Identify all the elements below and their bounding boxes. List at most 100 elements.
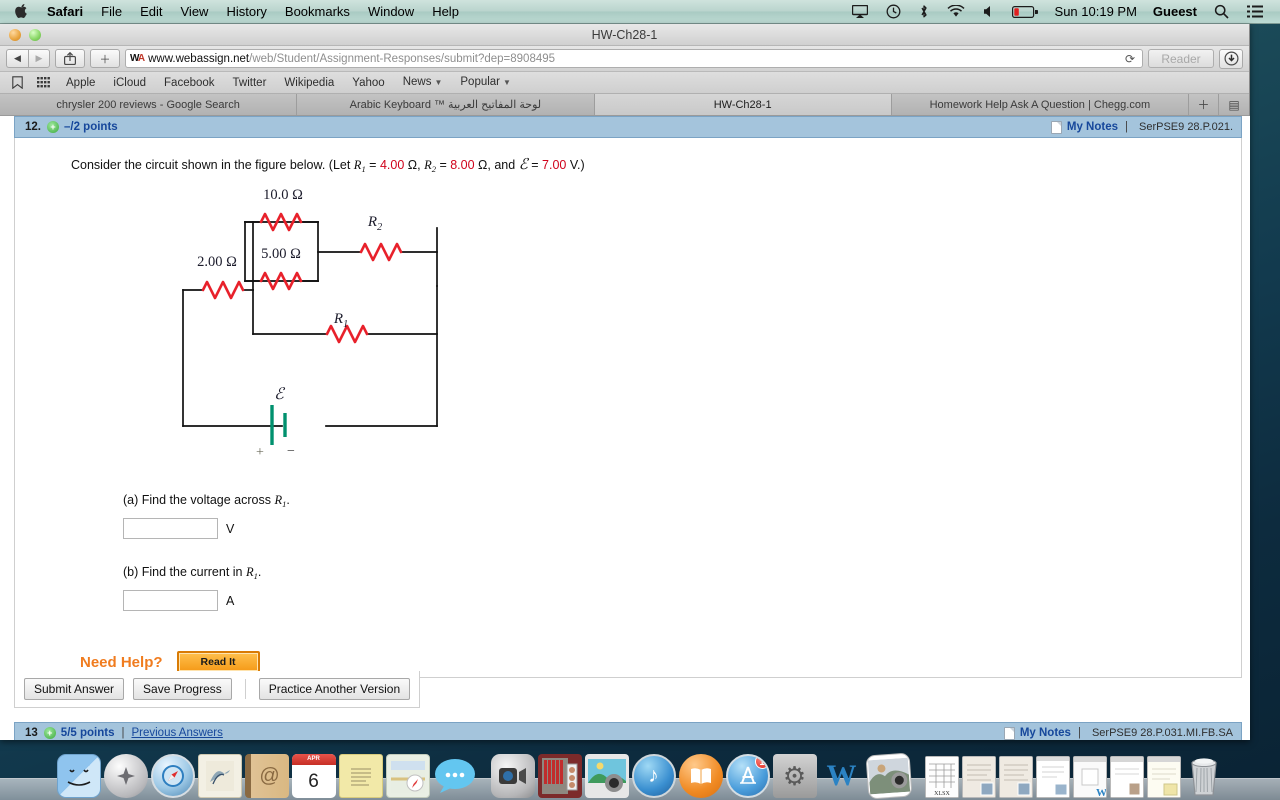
- previous-answers-link[interactable]: Previous Answers: [131, 727, 222, 739]
- appstore-badge: 1: [754, 756, 768, 769]
- part-a-input[interactable]: [123, 518, 218, 539]
- menu-item-view[interactable]: View: [172, 0, 218, 24]
- notification-center-icon[interactable]: [1238, 5, 1272, 18]
- answer-parts: (a) Find the voltage across R1. V (b) Fi…: [15, 493, 1241, 673]
- part-b-unit: A: [226, 593, 235, 608]
- tab-hw-ch28-1[interactable]: HW-Ch28-1: [594, 94, 892, 115]
- submit-answer-button[interactable]: Submit Answer: [24, 678, 125, 700]
- menu-item-edit[interactable]: Edit: [131, 0, 171, 24]
- question-13-header-right: My Notes | SerPSE9 28.P.031.MI.FB.SA: [1003, 726, 1241, 740]
- tab-arabic-keyboard[interactable]: Arabic Keyboard ™ لوحة المفاتيح العربية: [297, 94, 595, 115]
- search-icon[interactable]: [1205, 4, 1238, 19]
- system-preferences-icon[interactable]: ⚙: [772, 754, 817, 798]
- practice-another-version-button[interactable]: Practice Another Version: [258, 678, 411, 700]
- my-notes-link[interactable]: My Notes: [1020, 727, 1071, 739]
- menu-bar-user[interactable]: Gueest: [1145, 4, 1205, 19]
- reader-button[interactable]: Reader: [1148, 49, 1214, 68]
- notes-page-icon: [1003, 726, 1015, 740]
- minimized-window-2[interactable]: [998, 756, 1033, 798]
- downloads-button[interactable]: [1219, 48, 1243, 69]
- timemachine-icon[interactable]: [877, 4, 910, 19]
- menu-item-help[interactable]: Help: [423, 0, 468, 24]
- bookmark-apple[interactable]: Apple: [58, 72, 103, 94]
- part-b-answer-row: A: [15, 590, 1241, 611]
- my-notes-link[interactable]: My Notes: [1067, 121, 1118, 133]
- tab-chegg[interactable]: Homework Help Ask A Question | Chegg.com: [891, 94, 1189, 115]
- bluetooth-icon[interactable]: [910, 4, 938, 19]
- question-number: 12.: [25, 121, 41, 133]
- expand-icon[interactable]: +: [47, 121, 59, 133]
- forward-button[interactable]: ▶: [28, 49, 50, 68]
- bookmark-news-label: News: [402, 76, 432, 88]
- minimized-window-6[interactable]: [1146, 756, 1181, 798]
- part-a-unit: V: [226, 521, 235, 536]
- bookmark-twitter[interactable]: Twitter: [225, 72, 275, 94]
- bookmark-icloud[interactable]: iCloud: [105, 72, 154, 94]
- maps-icon[interactable]: [385, 754, 430, 798]
- new-tab-button[interactable]: ＋: [90, 49, 120, 68]
- mail-icon[interactable]: [197, 754, 242, 798]
- bookmark-yahoo[interactable]: Yahoo: [344, 72, 392, 94]
- excel-document-icon[interactable]: XLSX: [924, 756, 959, 798]
- minimized-window-3[interactable]: [1035, 756, 1070, 798]
- appstore-icon[interactable]: 1: [725, 754, 770, 798]
- bookmark-news[interactable]: News ▼: [395, 71, 451, 94]
- menu-item-history[interactable]: History: [217, 0, 275, 24]
- menu-bar-clock[interactable]: Sun 10:19 PM: [1047, 4, 1145, 19]
- bookmark-wikipedia[interactable]: Wikipedia: [276, 72, 342, 94]
- apple-menu-icon[interactable]: [8, 3, 38, 20]
- bookmark-facebook[interactable]: Facebook: [156, 72, 223, 94]
- notes-icon[interactable]: [338, 754, 383, 798]
- itunes-icon[interactable]: ♪: [631, 754, 676, 798]
- reload-icon[interactable]: ⟳: [1125, 52, 1138, 66]
- facetime-icon[interactable]: [490, 754, 535, 798]
- iphoto-icon[interactable]: [584, 754, 629, 798]
- label-5-ohm: 5.00 Ω: [261, 246, 301, 262]
- resistor-r2: [359, 242, 403, 262]
- photobooth-icon[interactable]: [537, 754, 582, 798]
- menu-item-file[interactable]: File: [92, 0, 131, 24]
- ohm-1: Ω: [407, 158, 418, 172]
- reading-list-icon[interactable]: [6, 76, 29, 89]
- messages-icon[interactable]: [433, 754, 477, 798]
- back-button[interactable]: ◀: [6, 49, 28, 68]
- menu-item-window[interactable]: Window: [359, 0, 423, 24]
- label-10-ohm: 10.0 Ω: [263, 187, 303, 203]
- need-help-label: Need Help?: [80, 653, 163, 671]
- bookmark-popular[interactable]: Popular ▼: [452, 71, 519, 94]
- word-icon[interactable]: W: [820, 754, 864, 798]
- page-content: 12. + –/2 points My Notes | SerPSE9 28.P…: [0, 116, 1250, 740]
- safari-icon[interactable]: [150, 754, 195, 798]
- share-button[interactable]: [55, 49, 85, 68]
- calendar-icon[interactable]: APR 6: [291, 754, 336, 798]
- save-progress-button[interactable]: Save Progress: [133, 678, 232, 700]
- launchpad-icon[interactable]: [103, 754, 148, 798]
- minimized-window-4[interactable]: W: [1072, 756, 1107, 799]
- tab-overview-icon[interactable]: ▤: [1219, 94, 1249, 115]
- part-b-input[interactable]: [123, 590, 218, 611]
- imovie-icon[interactable]: [865, 752, 912, 800]
- new-tab-plus-icon[interactable]: ＋: [1189, 94, 1219, 115]
- address-bar[interactable]: WA www.webassign.net/web/Student/Assignm…: [125, 49, 1143, 68]
- part-b-text: (b) Find the current in: [123, 565, 246, 579]
- menu-item-safari[interactable]: Safari: [38, 0, 92, 24]
- trash-icon[interactable]: [1184, 754, 1224, 798]
- minimized-window-5[interactable]: [1109, 756, 1144, 798]
- ibooks-icon[interactable]: [678, 754, 723, 798]
- question-header-right: My Notes | SerPSE9 28.P.021.: [1050, 120, 1241, 134]
- finder-icon[interactable]: [56, 754, 101, 798]
- window-title-bar[interactable]: HW-Ch28-1: [0, 24, 1249, 46]
- tab-chrysler-search[interactable]: chrysler 200 reviews - Google Search: [0, 94, 298, 115]
- read-it-button[interactable]: Read It: [176, 651, 260, 673]
- bookmark-popular-label: Popular: [460, 76, 501, 88]
- menu-item-bookmarks[interactable]: Bookmarks: [276, 0, 359, 24]
- contacts-icon[interactable]: @: [244, 754, 289, 798]
- volume-icon[interactable]: [974, 5, 1003, 18]
- itunes-note-glyph: ♪: [648, 764, 659, 787]
- airplay-icon[interactable]: [843, 5, 877, 18]
- expand-icon[interactable]: +: [43, 727, 56, 739]
- minimized-window-1[interactable]: [961, 756, 996, 798]
- top-sites-icon[interactable]: [31, 77, 56, 88]
- battery-icon[interactable]: [1003, 5, 1047, 18]
- wifi-icon[interactable]: [938, 5, 974, 18]
